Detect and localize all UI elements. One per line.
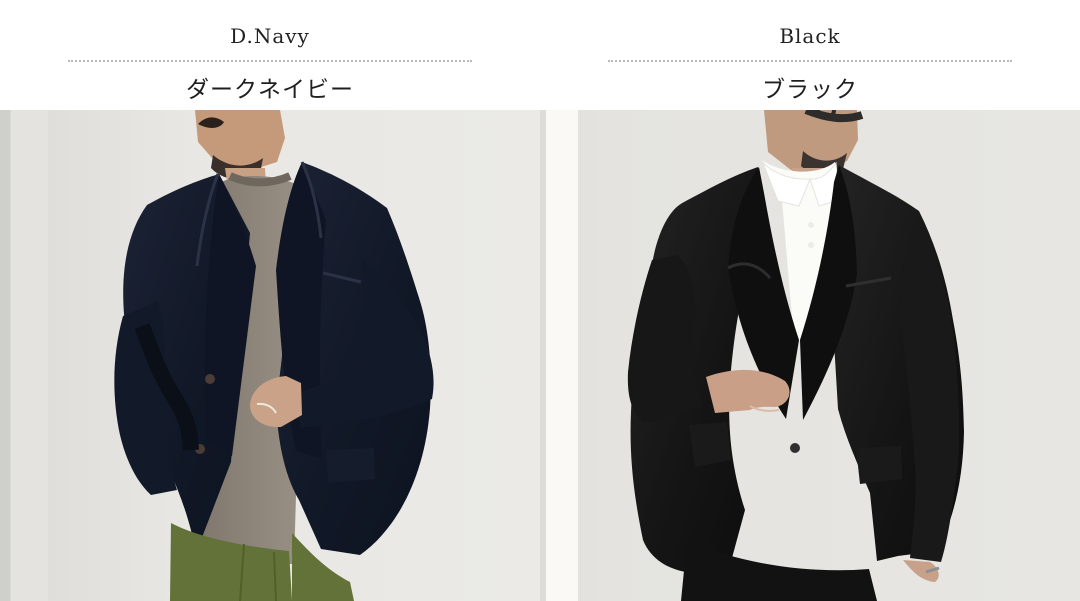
variant-header-black: Black ブラック (540, 0, 1080, 110)
model-photo-d-navy (0, 110, 540, 601)
variant-name-en: Black (779, 24, 841, 48)
model-wearing-navy-jacket (0, 110, 540, 601)
model-photo-black (540, 110, 1080, 601)
variant-name-ja: ブラック (762, 77, 858, 103)
variant-name-ja: ダークネイビー (186, 77, 354, 103)
dotted-divider (608, 60, 1012, 62)
variant-d-navy: D.Navy ダークネイビー (0, 0, 540, 601)
dotted-divider (68, 60, 472, 62)
variant-header-d-navy: D.Navy ダークネイビー (0, 0, 540, 110)
variant-name-en: D.Navy (230, 24, 310, 48)
variant-black: Black ブラック (540, 0, 1080, 601)
color-variants-comparison: D.Navy ダークネイビー Black ブラック (0, 0, 1080, 601)
model-wearing-black-jacket (540, 110, 1080, 601)
